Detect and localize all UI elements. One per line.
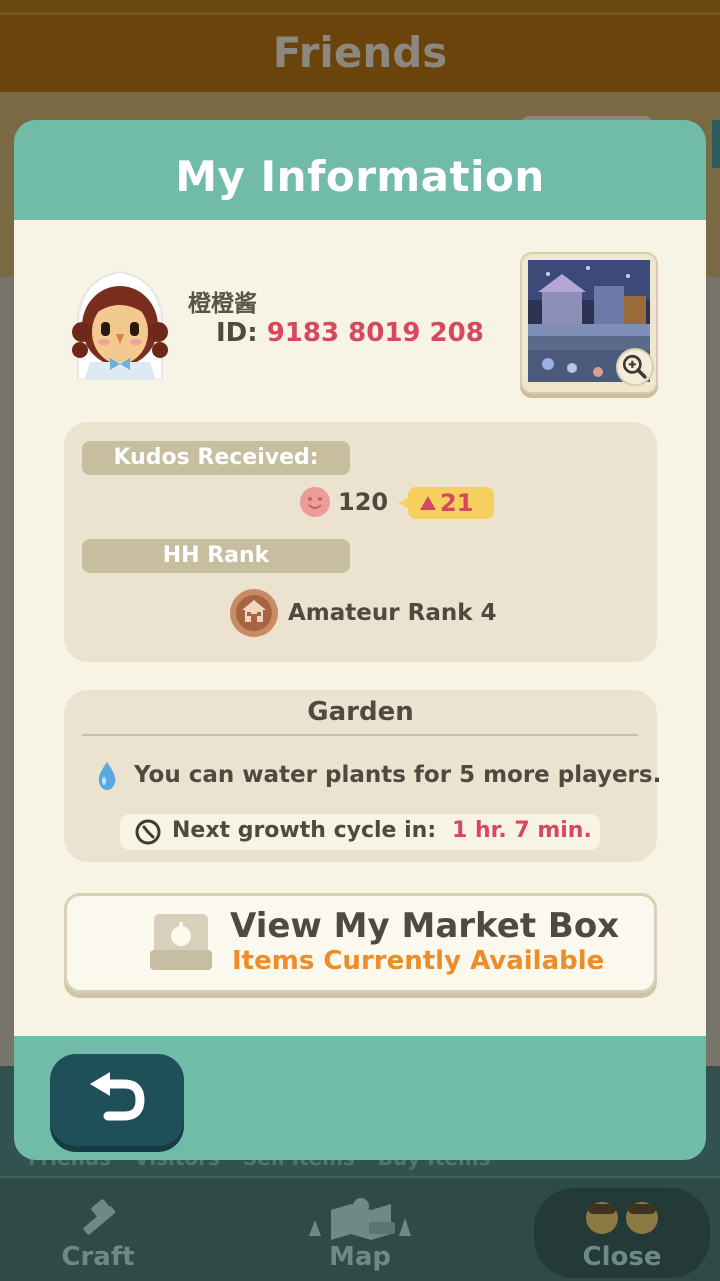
garden-title: Garden [307, 697, 414, 727]
player-id-label: ID: [216, 318, 258, 348]
water-drop-icon [98, 762, 116, 790]
bottom-nav: Craft Map Close [0, 1176, 720, 1281]
growth-cycle-value: 1 hr. 7 min. [452, 818, 592, 843]
villagers-icon [586, 1202, 658, 1234]
hammer-icon [83, 1199, 116, 1235]
water-plants-text: You can water plants for 5 more players. [134, 762, 662, 788]
nav-craft[interactable]: Craft [28, 1196, 168, 1272]
kudos-label: Kudos Received: [82, 441, 350, 475]
map-icon [309, 1198, 411, 1240]
avatar [72, 270, 168, 380]
nav-close[interactable]: Close [552, 1196, 692, 1272]
growth-cycle-label: Next growth cycle in: [172, 818, 437, 843]
player-name: 橙橙酱 [188, 291, 257, 317]
market-box-subtitle: Items Currently Available [232, 946, 605, 976]
dialog-title: My Information [175, 152, 545, 201]
zoom-icon[interactable] [616, 348, 654, 386]
back-button[interactable] [50, 1054, 184, 1146]
rank-medal-icon [230, 589, 278, 637]
back-arrow-icon [90, 1072, 145, 1121]
smiley-icon [300, 487, 330, 517]
market-box-icon [150, 914, 212, 970]
nav-map-label: Map [328, 1242, 392, 1272]
background-title: Friends [272, 28, 448, 77]
up-arrow-icon [420, 496, 436, 510]
kudos-value: 120 [338, 488, 389, 516]
nav-map[interactable]: Map [290, 1196, 430, 1272]
garden-divider [82, 734, 638, 736]
nav-close-label: Close [582, 1242, 662, 1272]
kudos-delta-value: 21 [440, 489, 474, 517]
player-id-value: 9183 8019 208 [266, 318, 484, 348]
market-box-title: View My Market Box [230, 906, 620, 946]
hh-rank-label: HH Rank [82, 539, 350, 573]
hh-rank-value: Amateur Rank 4 [288, 600, 497, 626]
nav-craft-label: Craft [61, 1242, 135, 1272]
kudos-delta-badge: 21 [398, 487, 494, 519]
player-id: ID: 9183 8019 208 [216, 318, 484, 348]
clock-icon [135, 819, 161, 845]
